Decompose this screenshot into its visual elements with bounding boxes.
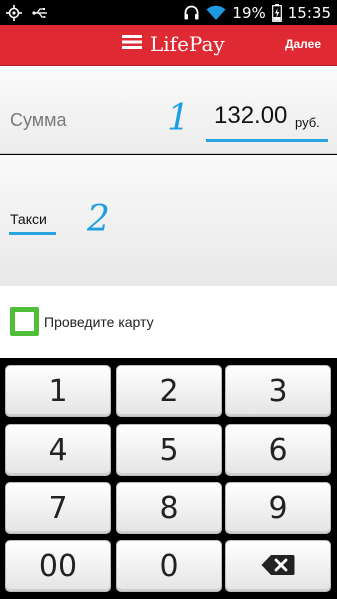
battery-percent: 19% — [232, 3, 266, 22]
amount-currency: руб. — [295, 115, 320, 130]
card-reader-icon — [10, 307, 39, 336]
key-3[interactable]: 3 — [225, 365, 331, 417]
key-6[interactable]: 6 — [225, 424, 331, 476]
app-title: LifePay — [150, 32, 225, 56]
description-value: Такси — [10, 211, 47, 227]
description-input[interactable]: Такси — [9, 211, 56, 235]
clock: 15:35 — [287, 3, 331, 22]
key-8[interactable]: 8 — [116, 482, 222, 534]
battery-icon — [271, 3, 282, 22]
numeric-keypad: 1 2 3 4 5 6 7 8 9 00 0 — [0, 358, 337, 599]
key-9[interactable]: 9 — [225, 482, 331, 534]
amount-row: Сумма 1 132.00 руб. — [0, 66, 337, 154]
step-marker-amount: 1 — [167, 98, 190, 139]
description-area: Такси 2 — [0, 155, 337, 286]
backspace-icon — [261, 549, 295, 584]
backspace-key[interactable] — [225, 540, 331, 592]
wifi-icon — [206, 5, 226, 21]
menu-button[interactable]: LifePay — [122, 32, 225, 56]
card-prompt-text: Проведите карту — [44, 314, 154, 330]
next-button[interactable]: Далее — [285, 37, 321, 51]
gps-icon — [6, 4, 22, 21]
key-2[interactable]: 2 — [116, 365, 222, 417]
key-0[interactable]: 0 — [116, 540, 222, 592]
amount-input[interactable]: 132.00 руб. — [206, 102, 328, 142]
app-header: LifePay Далее — [0, 25, 337, 66]
key-00[interactable]: 00 — [5, 540, 111, 592]
key-1[interactable]: 1 — [5, 365, 111, 417]
status-bar: 19% 15:35 — [0, 0, 337, 25]
headset-icon — [183, 4, 200, 21]
step-marker-description: 2 — [87, 199, 110, 240]
key-4[interactable]: 4 — [5, 424, 111, 476]
card-prompt-row: Проведите карту — [0, 286, 337, 358]
amount-label: Сумма — [10, 110, 67, 130]
usb-icon — [32, 7, 48, 19]
key-5[interactable]: 5 — [116, 424, 222, 476]
amount-value: 132.00 — [214, 102, 288, 129]
key-7[interactable]: 7 — [5, 482, 111, 534]
menu-icon — [122, 34, 142, 54]
